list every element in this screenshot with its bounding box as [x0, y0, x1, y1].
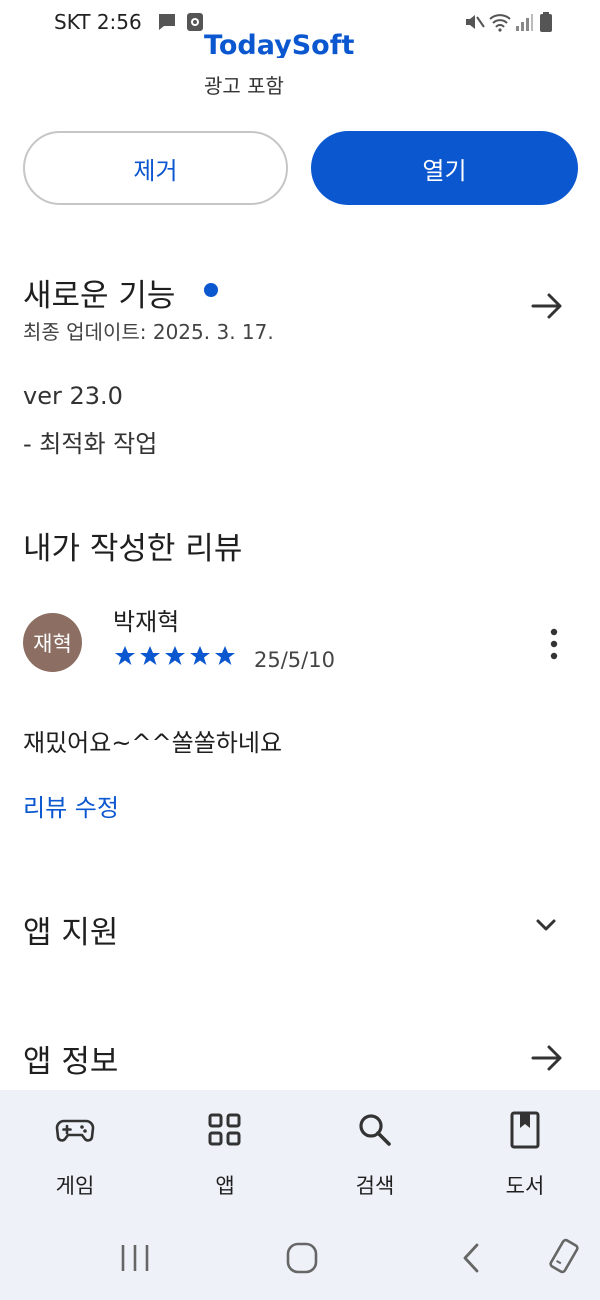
more-options-icon[interactable] [544, 624, 564, 664]
gamepad-icon [55, 1110, 95, 1150]
status-time: SKT 2:56 [54, 10, 142, 34]
rotate-screen-icon[interactable] [545, 1238, 583, 1280]
last-updated-text: 최종 업데이트: 2025. 3. 17. [23, 320, 274, 344]
wifi-icon [488, 12, 512, 36]
app-name: TodaySoft [204, 30, 355, 58]
app-info-arrow-icon[interactable] [529, 1040, 565, 1076]
nav-item-search[interactable]: 검색 [300, 1090, 450, 1210]
review-date: 25/5/10 [254, 648, 335, 672]
battery-icon [540, 12, 552, 36]
app-support-title[interactable]: 앱 지원 [23, 907, 118, 952]
open-button[interactable]: 열기 [311, 131, 578, 205]
search-icon [355, 1110, 395, 1150]
back-icon[interactable] [460, 1242, 482, 1278]
whats-new-arrow-icon[interactable] [529, 288, 565, 324]
release-note-text: - 최적화 작업 [23, 430, 158, 458]
reviewer-name: 박재혁 [113, 608, 180, 636]
recent-apps-icon[interactable] [118, 1243, 152, 1277]
signal-icon [515, 12, 533, 36]
message-icon [157, 12, 177, 36]
contains-ads-label: 광고 포함 [204, 74, 284, 98]
app-notification-icon [186, 12, 204, 36]
bottom-navigation: 게임 앱 검색 도서 [0, 1090, 600, 1210]
star-icon [165, 646, 185, 665]
nav-label-games: 게임 [55, 1174, 95, 1198]
version-text: ver 23.0 [23, 382, 123, 410]
nav-item-apps[interactable]: 앱 [150, 1090, 300, 1210]
apps-grid-icon [205, 1110, 245, 1150]
star-icon [115, 646, 135, 665]
nav-item-books[interactable]: 도서 [450, 1090, 600, 1210]
star-rating [113, 644, 243, 674]
star-icon [190, 646, 210, 665]
star-icon [215, 646, 235, 665]
review-text: 재밌어요~^^쏠쏠하네요 [23, 729, 283, 757]
new-indicator-dot [204, 283, 218, 297]
home-icon[interactable] [286, 1242, 318, 1278]
chevron-down-icon[interactable] [531, 910, 561, 940]
nav-label-apps: 앱 [215, 1174, 235, 1198]
mute-icon [463, 12, 485, 36]
book-icon [505, 1110, 545, 1150]
avatar: 재혁 [23, 613, 82, 672]
uninstall-button[interactable]: 제거 [23, 131, 288, 205]
nav-label-books: 도서 [505, 1174, 545, 1198]
nav-label-search: 검색 [355, 1174, 395, 1198]
my-review-title: 내가 작성한 리뷰 [23, 531, 243, 567]
system-navigation-bar [0, 1210, 600, 1300]
nav-item-games[interactable]: 게임 [0, 1090, 150, 1210]
app-info-title[interactable]: 앱 정보 [23, 1036, 118, 1081]
star-icon [140, 646, 160, 665]
edit-review-link[interactable]: 리뷰 수정 [23, 788, 119, 823]
whats-new-title[interactable]: 새로운 기능 [23, 270, 175, 315]
